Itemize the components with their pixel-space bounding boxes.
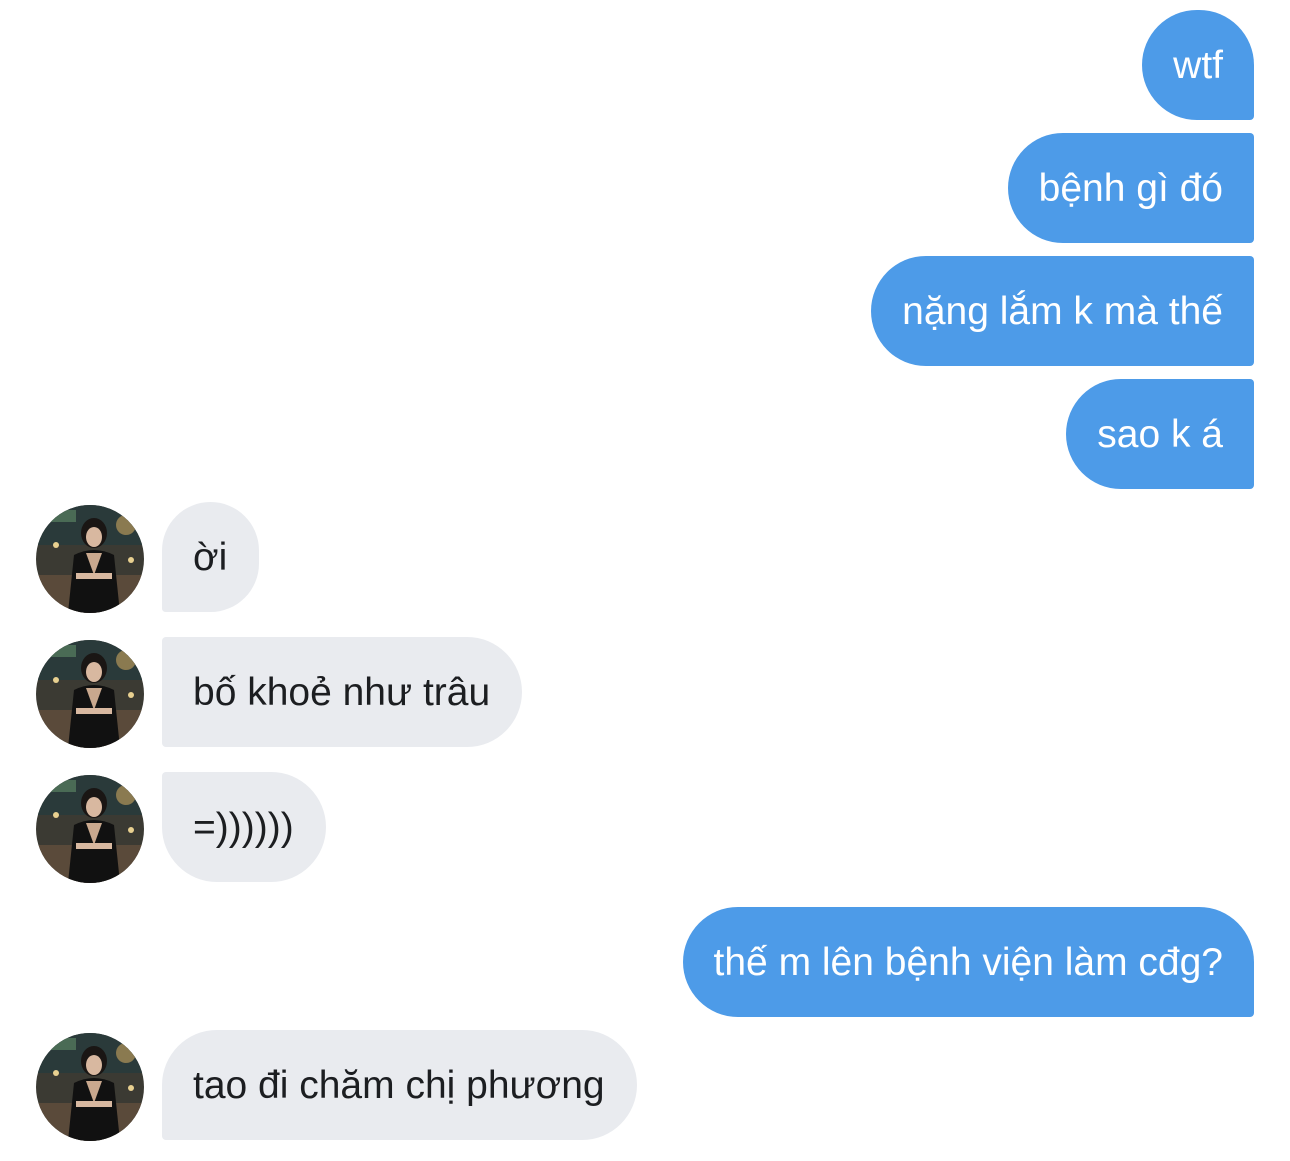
contact-avatar[interactable]	[36, 640, 144, 748]
message-text: wtf	[1173, 43, 1223, 87]
message-bubble-sent[interactable]: bệnh gì đó	[1007, 133, 1254, 243]
avatar-photo	[36, 505, 144, 613]
avatar-photo	[36, 640, 144, 748]
message-bubble-sent[interactable]: wtf	[1142, 10, 1254, 120]
message-bubble-received[interactable]: ời	[162, 502, 260, 612]
message-bubble-sent[interactable]: sao k á	[1066, 379, 1254, 489]
message-bubble-received[interactable]: =))))))	[162, 772, 326, 882]
message-text: thế m lên bệnh viện làm cđg?	[713, 940, 1223, 984]
message-text: nặng lắm k mà thế	[902, 289, 1223, 333]
message-text: =))))))	[193, 805, 294, 849]
message-text: ời	[193, 535, 228, 579]
message-bubble-sent[interactable]: thế m lên bệnh viện làm cđg?	[682, 907, 1254, 1017]
message-text: bệnh gì đó	[1038, 166, 1223, 210]
message-bubble-received[interactable]: bố khoẻ như trâu	[162, 637, 523, 747]
contact-avatar[interactable]	[36, 505, 144, 613]
contact-avatar[interactable]	[36, 1033, 144, 1141]
avatar-photo	[36, 1033, 144, 1141]
contact-avatar[interactable]	[36, 775, 144, 883]
message-text: sao k á	[1097, 412, 1223, 456]
message-text: tao đi chăm chị phương	[193, 1063, 605, 1107]
message-text: bố khoẻ như trâu	[193, 670, 491, 714]
avatar-photo	[36, 775, 144, 883]
message-bubble-sent[interactable]: nặng lắm k mà thế	[871, 256, 1254, 366]
message-bubble-received[interactable]: tao đi chăm chị phương	[162, 1030, 637, 1140]
